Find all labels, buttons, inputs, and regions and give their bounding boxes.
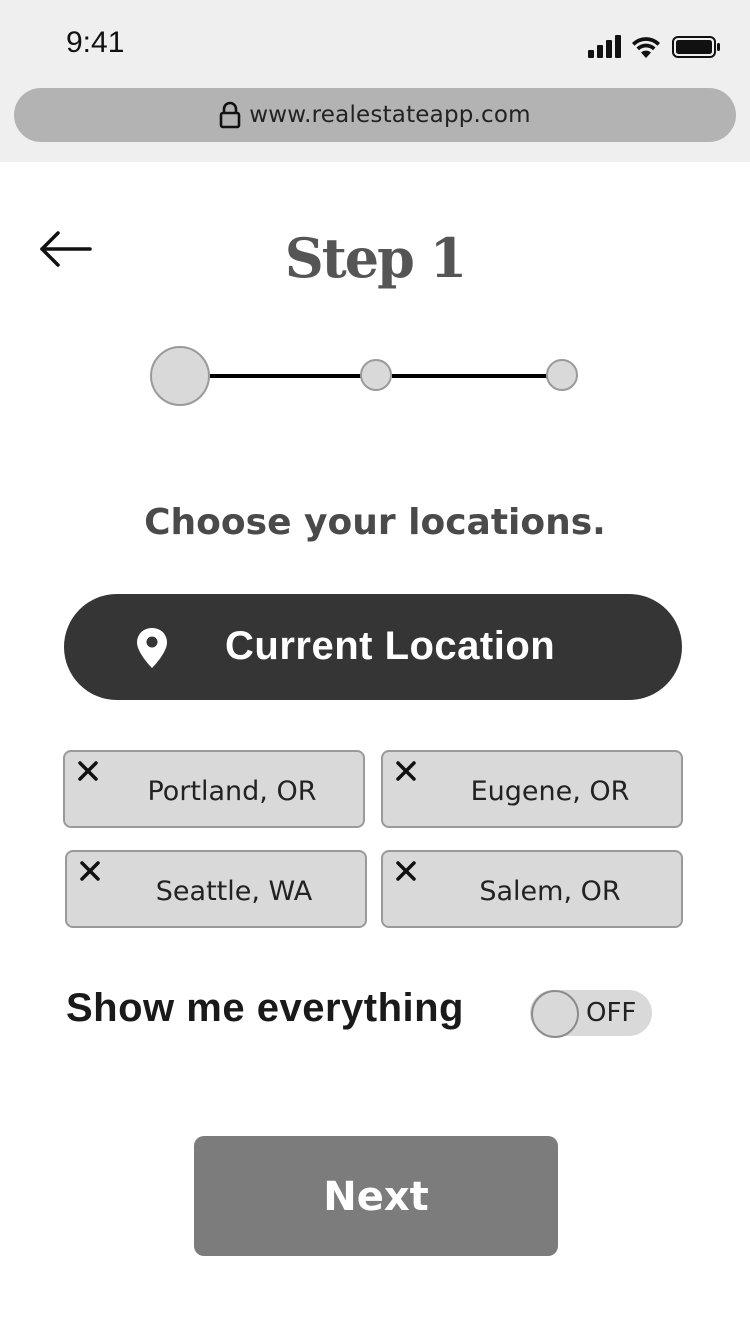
cellular-signal-icon <box>588 35 621 58</box>
progress-stepper <box>150 346 578 406</box>
location-chip-label: Salem, OR <box>479 876 621 907</box>
url-bar[interactable]: www.realestateapp.com <box>14 88 736 142</box>
progress-step-2 <box>360 359 392 391</box>
show-everything-toggle[interactable]: OFF <box>530 990 652 1038</box>
remove-icon[interactable] <box>393 858 419 884</box>
remove-icon[interactable] <box>75 758 101 784</box>
url-text: www.realestateapp.com <box>249 102 531 128</box>
status-time: 9:41 <box>66 26 125 59</box>
toggle-state-label: OFF <box>586 998 637 1028</box>
location-chip-portland[interactable]: Portland, OR <box>63 750 365 828</box>
page-title: Step 1 <box>284 226 467 290</box>
battery-icon <box>672 36 720 58</box>
show-everything-label: Show me everything <box>66 986 464 1030</box>
map-pin-icon <box>137 628 167 668</box>
progress-step-1 <box>150 346 210 406</box>
current-location-label: Current Location <box>225 624 556 668</box>
wifi-icon <box>632 37 660 58</box>
remove-icon[interactable] <box>77 858 103 884</box>
next-button[interactable]: Next <box>194 1136 558 1256</box>
locations-prompt: Choose your locations. <box>144 502 606 543</box>
location-chip-seattle[interactable]: Seattle, WA <box>65 850 367 928</box>
page: 9:41 www.realestateapp.com Step 1 Choose… <box>0 0 750 1334</box>
next-button-label: Next <box>323 1174 429 1220</box>
toggle-knob <box>531 990 579 1038</box>
browser-chrome: 9:41 www.realestateapp.com <box>0 0 750 162</box>
progress-step-3 <box>546 359 578 391</box>
location-chip-eugene[interactable]: Eugene, OR <box>381 750 683 828</box>
lock-icon <box>219 101 241 129</box>
location-chip-label: Seattle, WA <box>155 876 313 907</box>
location-chip-label: Eugene, OR <box>470 776 630 807</box>
status-icons <box>588 35 720 58</box>
location-chip-label: Portland, OR <box>147 776 317 807</box>
location-chip-salem[interactable]: Salem, OR <box>381 850 683 928</box>
remove-icon[interactable] <box>393 758 419 784</box>
